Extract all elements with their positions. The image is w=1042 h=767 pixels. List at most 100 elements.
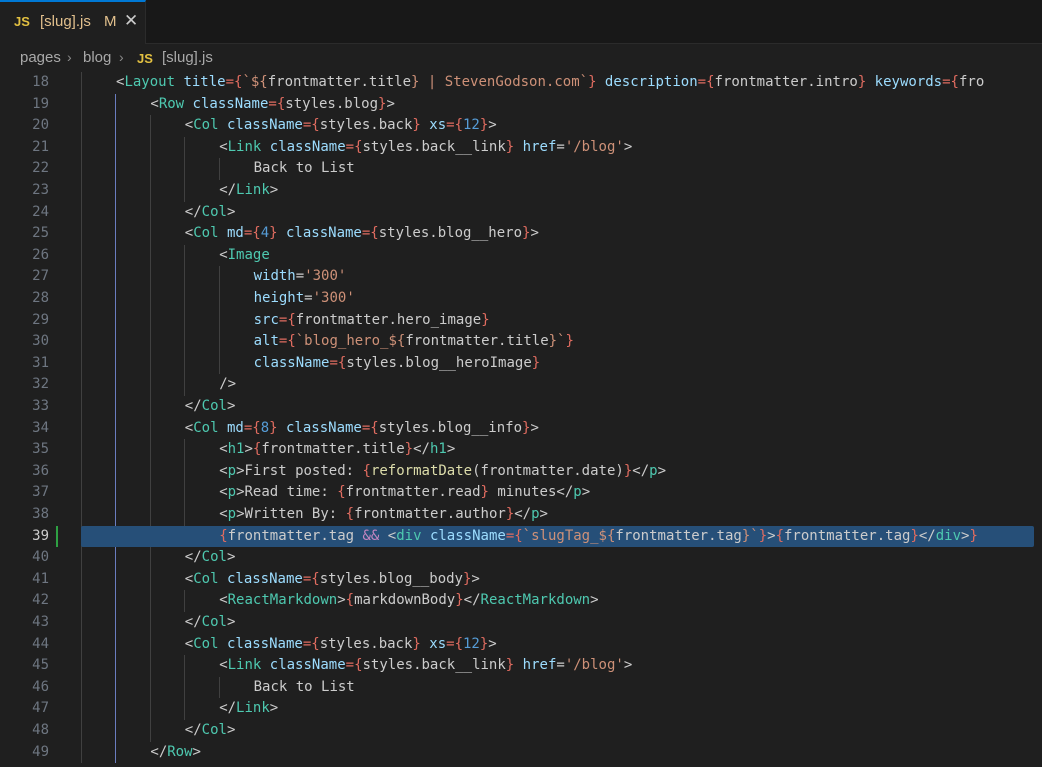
code-token: > [530,225,539,242]
code-token: ={ [446,117,463,134]
close-icon[interactable]: ✕ [124,11,138,31]
code-token: > [590,592,599,609]
code-line[interactable]: 23 </Link> [0,180,1042,202]
line-number: 24 [32,203,49,220]
code-token: Col [193,225,219,242]
code-line[interactable]: 46 Back to List [0,677,1042,699]
chevron-right-icon: › [67,49,72,65]
code-line[interactable]: 29 src={frontmatter.hero_image} [0,310,1042,332]
code-token: xs [420,635,447,652]
code-line[interactable]: 48 </Col> [0,720,1042,742]
code-line[interactable]: 44 <Col className={styles.back} xs={12}> [0,634,1042,656]
breadcrumb-item-file[interactable]: [slug].js [162,49,213,66]
line-number: 39 [32,527,49,544]
code-line[interactable]: 28 height='300' [0,288,1042,310]
code-token: Layout [124,74,176,90]
code-line[interactable]: 21 <Link className={styles.back__link} hr… [0,137,1042,159]
code-line[interactable]: 25 <Col md={4} className={styles.blog__he… [0,223,1042,245]
code-line[interactable]: 35 <h1>{frontmatter.title}</h1> [0,439,1042,461]
code-line[interactable]: 33 </Col> [0,396,1042,418]
code-text: </Col> [185,720,236,742]
code-token: p [531,506,540,522]
line-number: 22 [32,160,49,177]
code-token: (frontmatter.date) [472,462,624,479]
code-editor[interactable]: 18 <Layout title={`${frontmatter.title} |… [0,72,1042,767]
code-line[interactable]: 43 </Col> [0,612,1042,634]
code-token: div [396,527,422,544]
line-number: 46 [32,678,49,695]
code-token: Read time: [244,484,338,501]
code-token: md [218,419,244,436]
code-token: </ [514,506,532,522]
code-token: className [184,95,269,112]
line-number: 41 [32,570,49,587]
tab-slug-js[interactable]: JS [slug].js M ✕ [0,0,146,44]
code-token: p [227,484,237,501]
code-token: Col [193,117,219,134]
code-token: frontmatter.intro [714,74,858,90]
code-token: < [219,462,228,479]
code-token: } [531,354,541,371]
code-line[interactable]: 34 <Col md={8} className={styles.blog__in… [0,418,1042,440]
code-line[interactable]: 40 </Col> [0,547,1042,569]
code-line[interactable]: 22 Back to List [0,158,1042,180]
code-token: ={ [225,74,243,90]
code-line[interactable]: 27 width='300' [0,266,1042,288]
code-line[interactable]: 37 <p>Read time: {frontmatter.read} minut… [0,482,1042,504]
code-line[interactable]: 20 <Col className={styles.back} xs={12}> [0,115,1042,137]
code-text: <Col className={styles.back} xs={12}> [185,634,497,656]
code-line[interactable]: 42 <ReactMarkdown>{markdownBody}</ReactMa… [0,590,1042,612]
code-text: <Col className={styles.blog__body}> [185,569,480,591]
code-token: height [253,290,305,306]
code-token: Written By: [244,506,346,522]
code-token: `${ [242,74,268,90]
code-line[interactable]: 30 alt={`blog_hero_${frontmatter.title}`} [0,331,1042,353]
code-line[interactable]: 32 /> [0,374,1042,396]
code-token: } [269,225,278,242]
line-number: 37 [32,484,49,501]
code-line[interactable]: 26 <Image [0,245,1042,267]
code-token: < [219,657,228,674]
code-text: width='300' [254,266,347,288]
code-token: }` [741,527,759,544]
code-line[interactable]: 49 </Row> [0,742,1042,764]
code-line[interactable]: 45 <Link className={styles.back__link} hr… [0,655,1042,677]
breadcrumb-item-blog[interactable]: blog [83,49,111,66]
code-token: < [184,570,194,587]
code-token: Link [227,657,262,674]
code-line[interactable]: 39 {frontmatter.tag && <div className={`s… [0,525,1042,548]
code-line[interactable]: 24 </Col> [0,202,1042,224]
code-token: styles.blog [285,95,378,112]
code-token: href [514,657,557,674]
code-token: </ [463,592,481,609]
code-token: } [969,527,978,544]
code-token: frontmatter.title [261,441,405,458]
line-number: 29 [32,311,49,328]
code-token: Col [201,549,227,566]
code-token: </ [219,700,237,717]
code-token: alt [253,333,279,350]
code-token: > [386,95,395,112]
code-line[interactable]: 36 <p>First posted: {reformatDate(frontma… [0,461,1042,483]
code-token: frontmatter.author [354,506,506,522]
code-token: ={ [268,95,286,112]
breadcrumb-item-pages[interactable]: pages [20,49,61,66]
code-token: ={ [302,117,320,134]
code-token: frontmatter.title [405,333,549,350]
code-line[interactable]: 47 </Link> [0,698,1042,720]
code-token: title [175,74,226,90]
code-token: </ [150,743,168,760]
code-token: styles.blog__info [378,419,523,436]
line-number: 21 [32,138,49,155]
code-line[interactable]: 31 className={styles.blog__heroImage} [0,353,1042,375]
code-token: ={ [243,225,261,242]
code-line[interactable]: 18 <Layout title={`${frontmatter.title} |… [0,72,1042,94]
code-token: h1 [429,441,447,458]
code-line[interactable]: 38 <p>Written By: {frontmatter.author}</p… [0,504,1042,526]
code-token: ReactMarkdown [227,592,338,609]
code-line[interactable]: 19 <Row className={styles.blog}> [0,94,1042,116]
code-line[interactable]: 41 <Col className={styles.blog__body}> [0,569,1042,591]
code-token: > [236,506,245,522]
tab-filename: [slug].js [40,13,91,30]
code-token: < [184,635,194,652]
